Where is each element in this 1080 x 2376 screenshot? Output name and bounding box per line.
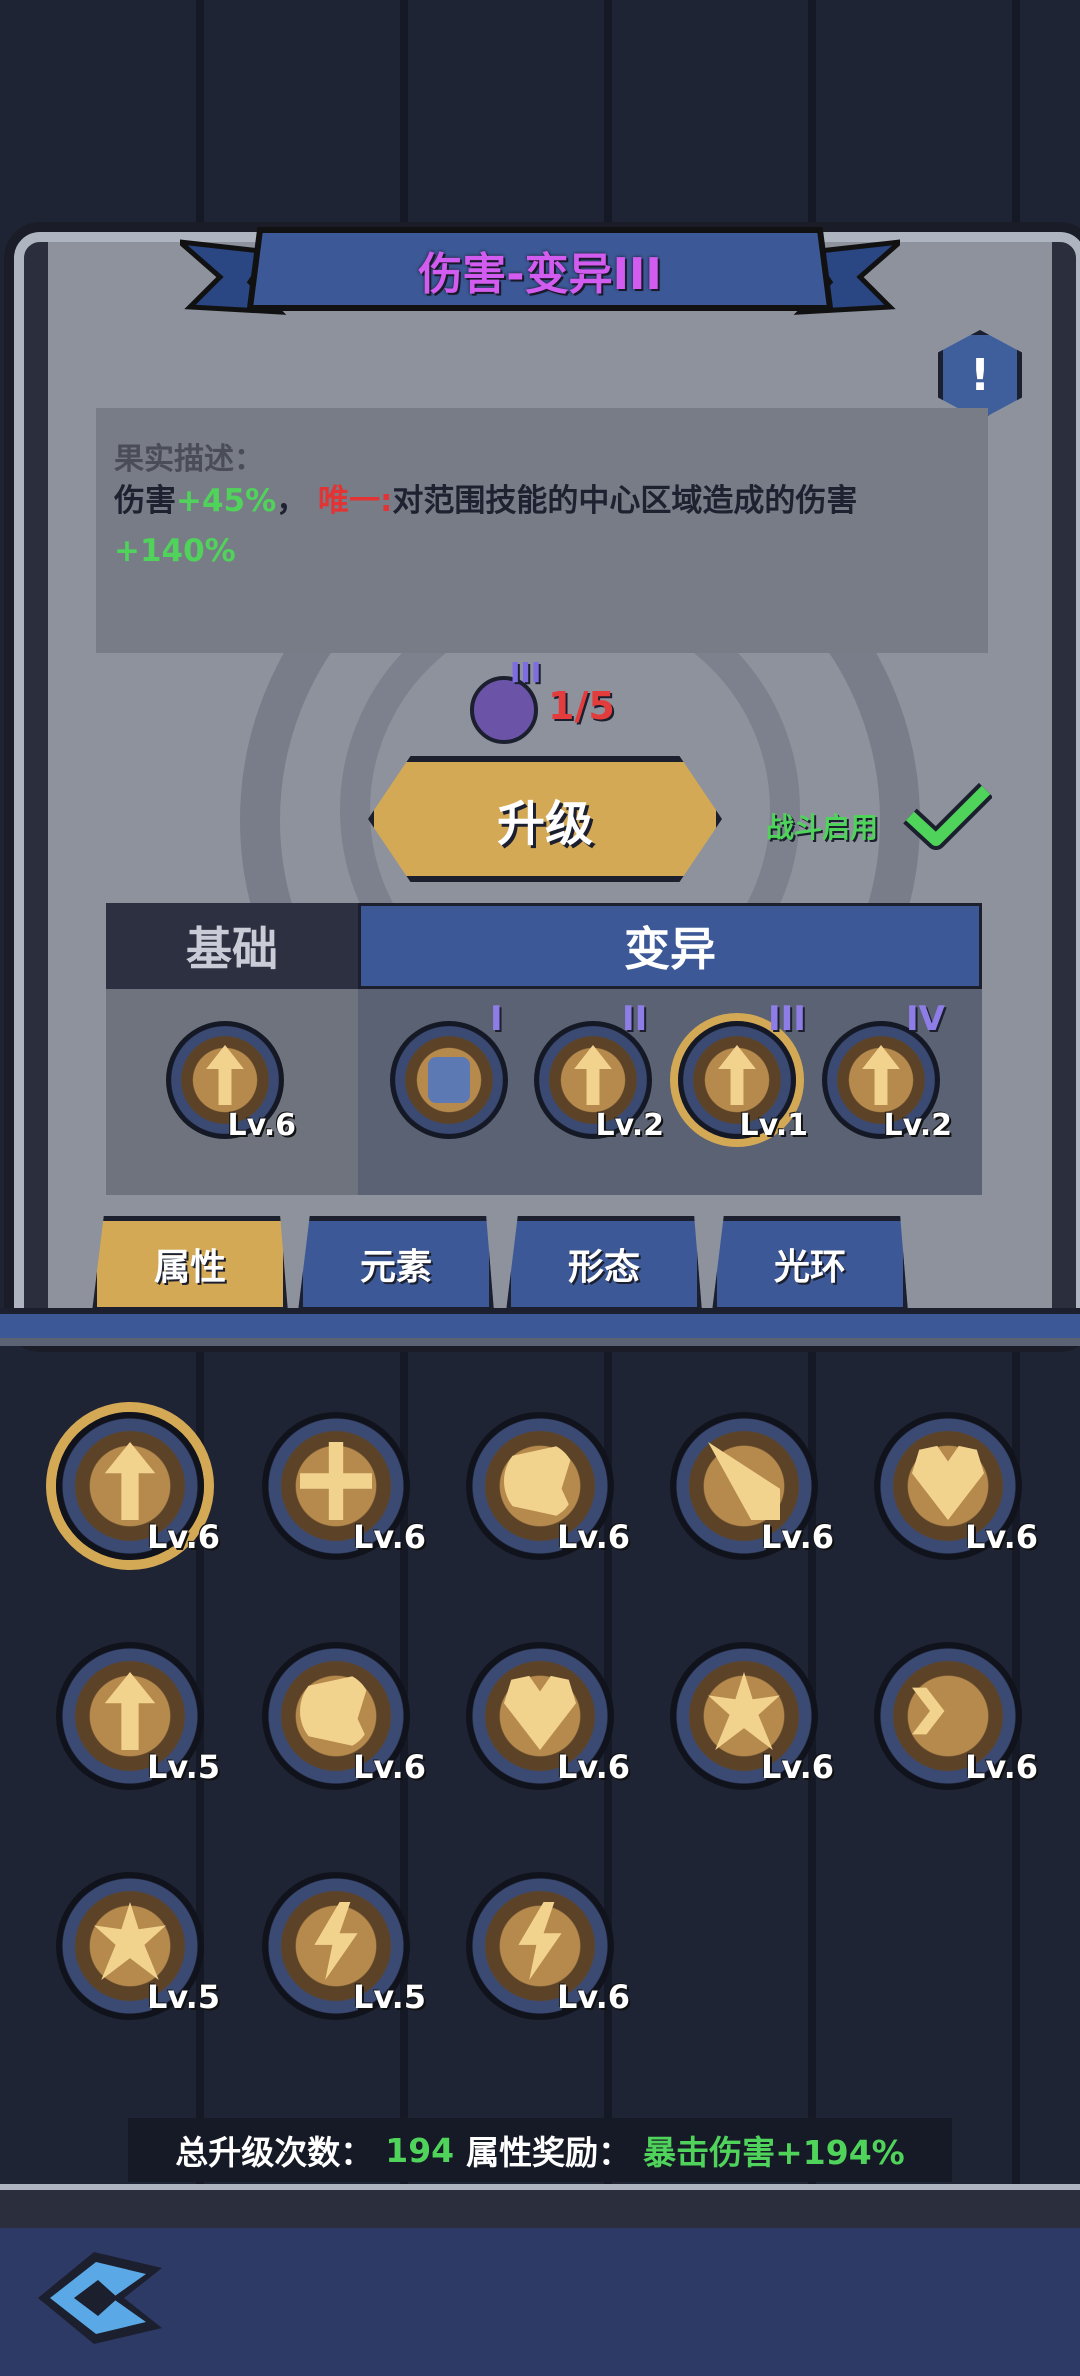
damage-bonus-value: +45%: [176, 483, 277, 519]
upgrade-label: 升级: [496, 796, 593, 852]
skill-level: Lv.1: [739, 1108, 809, 1143]
base-skill-node[interactable]: Lv.6: [166, 1021, 296, 1143]
tab-elements[interactable]: 元素: [298, 1216, 494, 1312]
upgrade-button[interactable]: 升级: [368, 756, 722, 882]
bottom-frame: [0, 2184, 1080, 2230]
skill-level: Lv.6: [964, 1518, 1038, 1556]
skill-level: Lv.6: [556, 1748, 630, 1786]
tab-attributes[interactable]: 属性: [92, 1216, 288, 1312]
skill-level: Lv.6: [352, 1518, 426, 1556]
skill-level: Lv.6: [146, 1518, 220, 1556]
damage-up-icon: [104, 1442, 156, 1520]
exclamation-icon: !: [969, 349, 991, 401]
mutation-tier-2: II: [622, 999, 648, 1039]
title-banner: 伤害-变异III: [172, 212, 908, 332]
damage-up-icon: [206, 1045, 244, 1105]
description-heading: 果实描述：: [114, 442, 264, 477]
spiral-icon: [300, 1672, 372, 1750]
description-prefix: 伤害: [114, 483, 176, 519]
skill-ground-burst[interactable]: Lv.6: [670, 1642, 834, 1790]
skill-level: Lv.2: [883, 1108, 953, 1143]
damage-up-icon: [862, 1045, 900, 1105]
skill-level: Lv.5: [146, 1978, 220, 2016]
skill-shatter[interactable]: Lv.5: [262, 1872, 426, 2020]
attribute-bonus-label: 属性奖励：: [466, 2133, 632, 2172]
skill-level: Lv.6: [227, 1108, 297, 1143]
tab-auras[interactable]: 光环: [712, 1216, 908, 1312]
skill-level: Lv.5: [352, 1978, 426, 2016]
skill-level: Lv.6: [556, 1978, 630, 2016]
chevrons-icon: [912, 1687, 945, 1735]
total-upgrades-value: 194: [385, 2130, 455, 2170]
skill-chevrons[interactable]: Lv.6: [874, 1642, 1038, 1790]
description-separator: ，: [276, 483, 308, 519]
checkmark-icon[interactable]: [902, 780, 992, 850]
skill-spread-arrows[interactable]: Lv.6: [262, 1412, 426, 1560]
skill-lightning[interactable]: Lv.6: [466, 1872, 630, 2020]
skill-rising-arrows[interactable]: Lv.5: [56, 1642, 220, 1790]
skill-level: Lv.6: [556, 1518, 630, 1556]
mutation-tier-3: III: [768, 999, 806, 1039]
lock-icon: [428, 1057, 470, 1103]
description-text: 伤害+45%， 唯一:对范围技能的中心区域造成的伤害 +140%: [114, 476, 964, 576]
skill-heart-plus[interactable]: Lv.6: [874, 1412, 1038, 1560]
skill-level: Lv.6: [352, 1748, 426, 1786]
mutation-tier-1: I: [490, 999, 503, 1039]
skill-explosion[interactable]: Lv.5: [56, 1872, 220, 2020]
rays-icon: [708, 1442, 780, 1520]
fruit-description-box: 果实描述： 伤害+45%， 唯一:对范围技能的中心区域造成的伤害 +140%: [96, 408, 988, 653]
heart-burst-icon: [504, 1675, 576, 1750]
unique-label: 唯一:: [317, 483, 393, 519]
skill-level: Lv.6: [964, 1748, 1038, 1786]
skill-level: Lv.6: [760, 1748, 834, 1786]
lightning-icon: [518, 1902, 562, 1980]
skill-rays[interactable]: Lv.6: [670, 1412, 834, 1560]
unique-effect-value: +140%: [114, 533, 236, 569]
shatter-icon: [314, 1902, 358, 1980]
skill-level: Lv.5: [146, 1748, 220, 1786]
skill-level: Lv.6: [760, 1518, 834, 1556]
mutation-header: 变异: [358, 903, 982, 989]
damage-up-icon: [718, 1045, 756, 1105]
rising-arrows-icon: [104, 1672, 156, 1750]
skill-damage-up[interactable]: Lv.6: [56, 1412, 220, 1560]
skill-spiral[interactable]: Lv.6: [262, 1642, 426, 1790]
base-header: 基础: [106, 903, 358, 989]
skill-heart-burst[interactable]: Lv.6: [466, 1642, 630, 1790]
skill-swirl[interactable]: Lv.6: [466, 1412, 630, 1560]
attribute-bonus-value: 暴击伤害+194%: [643, 2133, 905, 2172]
total-upgrades-label: 总升级次数：: [175, 2133, 374, 2172]
spread-arrows-icon: [300, 1442, 372, 1520]
damage-up-icon: [574, 1045, 612, 1105]
section-divider: [0, 1338, 1080, 1346]
back-button[interactable]: [34, 2248, 166, 2348]
fruit-tier: III: [510, 656, 542, 689]
explosion-icon: [94, 1902, 166, 1980]
page-title: 伤害-变异III: [418, 249, 662, 300]
combat-enabled-label: 战斗启用: [766, 811, 879, 844]
mutation-tier-4: IV: [906, 999, 945, 1039]
upgrade-summary: 总升级次数： 194 属性奖励： 暴击伤害+194%: [128, 2118, 952, 2182]
swirl-icon: [504, 1442, 576, 1520]
mutation-tree: 基础 变异 Lv.6 I Lv.2 II Lv.1 III Lv.2 IV: [106, 903, 982, 1195]
heart-plus-icon: [912, 1445, 984, 1520]
ground-burst-icon: [708, 1672, 780, 1750]
tab-forms[interactable]: 形态: [506, 1216, 702, 1312]
skill-level: Lv.2: [595, 1108, 665, 1143]
unique-effect: 对范围技能的中心区域造成的伤害: [392, 483, 858, 519]
fruit-count: 1/5: [548, 684, 615, 728]
